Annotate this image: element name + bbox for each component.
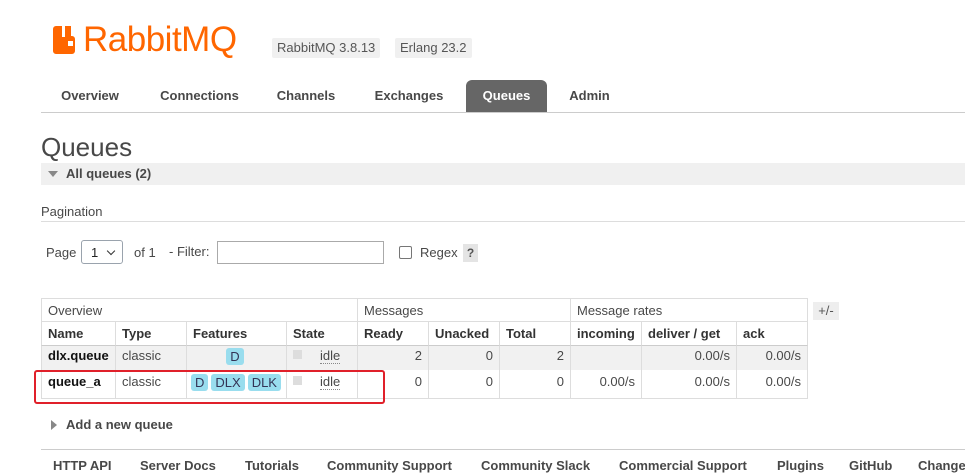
page-select-value: 1 (91, 245, 99, 260)
column-header-ack[interactable]: ack (737, 322, 808, 346)
collapse-triangle-icon (48, 171, 58, 177)
deliver-get-rate: 0.00/s (642, 346, 737, 370)
queue-type: classic (116, 370, 187, 399)
tab-exchanges[interactable]: Exchanges (361, 80, 457, 112)
state-label: idle (320, 348, 341, 364)
tab-queues[interactable]: Queues (466, 80, 547, 112)
feature-badge-durable[interactable]: D (226, 348, 244, 366)
queue-state: idle (287, 346, 358, 370)
queue-name-link[interactable]: dlx.queue (41, 346, 116, 370)
rabbit-logo-icon (53, 26, 75, 54)
regex-checkbox[interactable] (399, 246, 412, 259)
footer-link-github[interactable]: GitHub (849, 458, 892, 473)
column-header-unacked[interactable]: Unacked (429, 322, 500, 346)
state-indicator-icon (293, 376, 302, 386)
footer-link-changelog[interactable]: Changelog (918, 458, 965, 473)
unacked-count: 0 (429, 370, 500, 399)
tab-admin[interactable]: Admin (556, 80, 623, 112)
footer-link-http-api[interactable]: HTTP API (53, 458, 112, 473)
group-messages: Messages (358, 298, 571, 322)
column-header-state[interactable]: State (287, 322, 358, 346)
column-header-total[interactable]: Total (500, 322, 571, 346)
ready-count: 0 (358, 370, 429, 399)
queue-features: D DLX DLK (187, 370, 287, 399)
filter-input[interactable] (217, 241, 384, 264)
footer-link-community-support[interactable]: Community Support (327, 458, 452, 473)
rabbitmq-version-badge: RabbitMQ 3.8.13 (272, 38, 381, 58)
queue-name-link[interactable]: queue_a (41, 370, 116, 399)
page-select[interactable]: 1 (81, 240, 123, 264)
regex-label: Regex (420, 245, 458, 260)
footer-link-server-docs[interactable]: Server Docs (140, 458, 216, 473)
state-label: idle (320, 374, 341, 390)
chevron-down-icon (106, 246, 116, 256)
queue-type: classic (116, 346, 187, 370)
column-toggle-button[interactable]: +/- (813, 302, 839, 320)
feature-badge-dlx[interactable]: DLX (211, 374, 245, 392)
help-icon[interactable]: ? (463, 244, 478, 262)
footer-link-community-slack[interactable]: Community Slack (481, 458, 590, 473)
erlang-version-badge: Erlang 23.2 (395, 38, 472, 58)
unacked-count: 0 (429, 346, 500, 370)
page-label: Page (46, 245, 77, 260)
all-queues-section-toggle[interactable]: All queues (2) (41, 163, 965, 185)
footer-link-plugins[interactable]: Plugins (777, 458, 824, 473)
total-count: 2 (500, 346, 571, 370)
column-header-deliver-get[interactable]: deliver / get (642, 322, 737, 346)
state-indicator-icon (293, 350, 302, 360)
column-header-features[interactable]: Features (187, 322, 287, 346)
footer-link-tutorials[interactable]: Tutorials (245, 458, 299, 473)
tab-overview[interactable]: Overview (41, 80, 139, 112)
queues-table: Overview Messages Message rates Name Typ… (41, 298, 808, 401)
all-queues-label: All queues (2) (66, 166, 152, 181)
tab-channels[interactable]: Channels (263, 80, 349, 112)
ack-rate: 0.00/s (737, 370, 808, 399)
group-overview: Overview (41, 298, 358, 322)
feature-badge-dlk[interactable]: DLK (247, 374, 281, 392)
total-count: 0 (500, 370, 571, 399)
page-count-label: of 1 (134, 245, 156, 260)
tab-connections[interactable]: Connections (148, 80, 251, 112)
group-message-rates: Message rates (571, 298, 808, 322)
logo-text: RabbitMQ (83, 20, 237, 59)
queue-features: D (187, 346, 287, 370)
deliver-get-rate: 0.00/s (642, 370, 737, 399)
queue-state: idle (287, 370, 358, 399)
footer-divider (41, 449, 965, 450)
ack-rate: 0.00/s (737, 346, 808, 370)
column-header-ready[interactable]: Ready (358, 322, 429, 346)
feature-badge-durable[interactable]: D (191, 374, 209, 392)
column-header-incoming[interactable]: incoming (571, 322, 642, 346)
incoming-rate (571, 346, 642, 370)
footer-link-commercial-support[interactable]: Commercial Support (619, 458, 747, 473)
column-header-type[interactable]: Type (116, 322, 187, 346)
ready-count: 2 (358, 346, 429, 370)
expand-triangle-icon (51, 420, 57, 430)
filter-label: - Filter: (169, 244, 210, 259)
add-queue-label: Add a new queue (66, 417, 173, 432)
divider (41, 221, 965, 222)
column-header-name[interactable]: Name (41, 322, 116, 346)
main-nav: Overview Connections Channels Exchanges … (41, 80, 965, 113)
page-title: Queues (41, 132, 133, 162)
pagination-title: Pagination (41, 204, 103, 219)
incoming-rate: 0.00/s (571, 370, 642, 399)
